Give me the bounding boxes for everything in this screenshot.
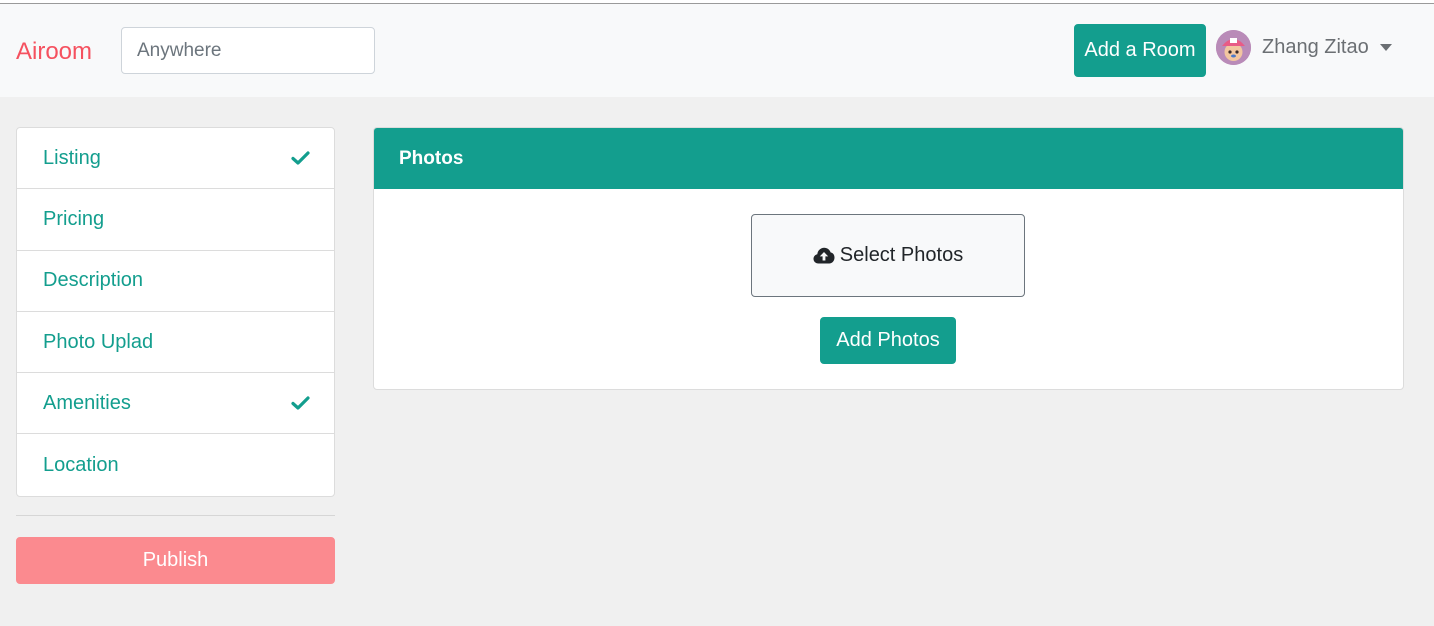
cloud-upload-icon [813, 247, 835, 264]
check-icon [291, 151, 310, 165]
sidebar-item-label: Location [43, 453, 119, 476]
avatar [1216, 29, 1251, 65]
select-photos-button[interactable]: Select Photos [751, 214, 1025, 297]
sidebar-item-photo-upload[interactable]: Photo Uplad [17, 312, 334, 374]
user-name: Zhang Zitao [1262, 35, 1369, 58]
check-icon [291, 396, 310, 410]
sidebar-item-listing[interactable]: Listing [17, 128, 334, 190]
caret-down-icon [1379, 44, 1392, 51]
sidebar-item-label: Pricing [43, 207, 105, 230]
publish-button[interactable]: Publish [16, 537, 335, 584]
sidebar-item-location[interactable]: Location [17, 434, 334, 495]
sidebar-item-label: Listing [43, 146, 101, 169]
add-photos-button[interactable]: Add Photos [820, 317, 956, 364]
sidebar-item-label: Amenities [43, 391, 131, 414]
add-room-button[interactable]: Add a Room [1074, 24, 1206, 77]
top-navbar: Airoom Add a Room Zhang Zitao [0, 4, 1434, 97]
brand-logo[interactable]: Airoom [16, 38, 92, 66]
photos-card: Photos Select Photos Add Photos [373, 127, 1404, 390]
sidebar-item-amenities[interactable]: Amenities [17, 373, 334, 435]
sidebar-item-label: Photo Uplad [43, 330, 154, 353]
user-menu[interactable]: Zhang Zitao [1216, 29, 1392, 65]
sidebar-divider [16, 515, 335, 516]
sidebar-item-description[interactable]: Description [17, 251, 334, 312]
listing-steps-sidebar: Listing Pricing Description Photo Uplad … [16, 127, 335, 497]
search-input[interactable] [121, 27, 375, 74]
select-photos-label: Select Photos [839, 244, 964, 266]
sidebar-item-label: Description [43, 269, 144, 292]
photos-card-title: Photos [374, 128, 1403, 189]
sidebar-item-pricing[interactable]: Pricing [17, 189, 334, 251]
